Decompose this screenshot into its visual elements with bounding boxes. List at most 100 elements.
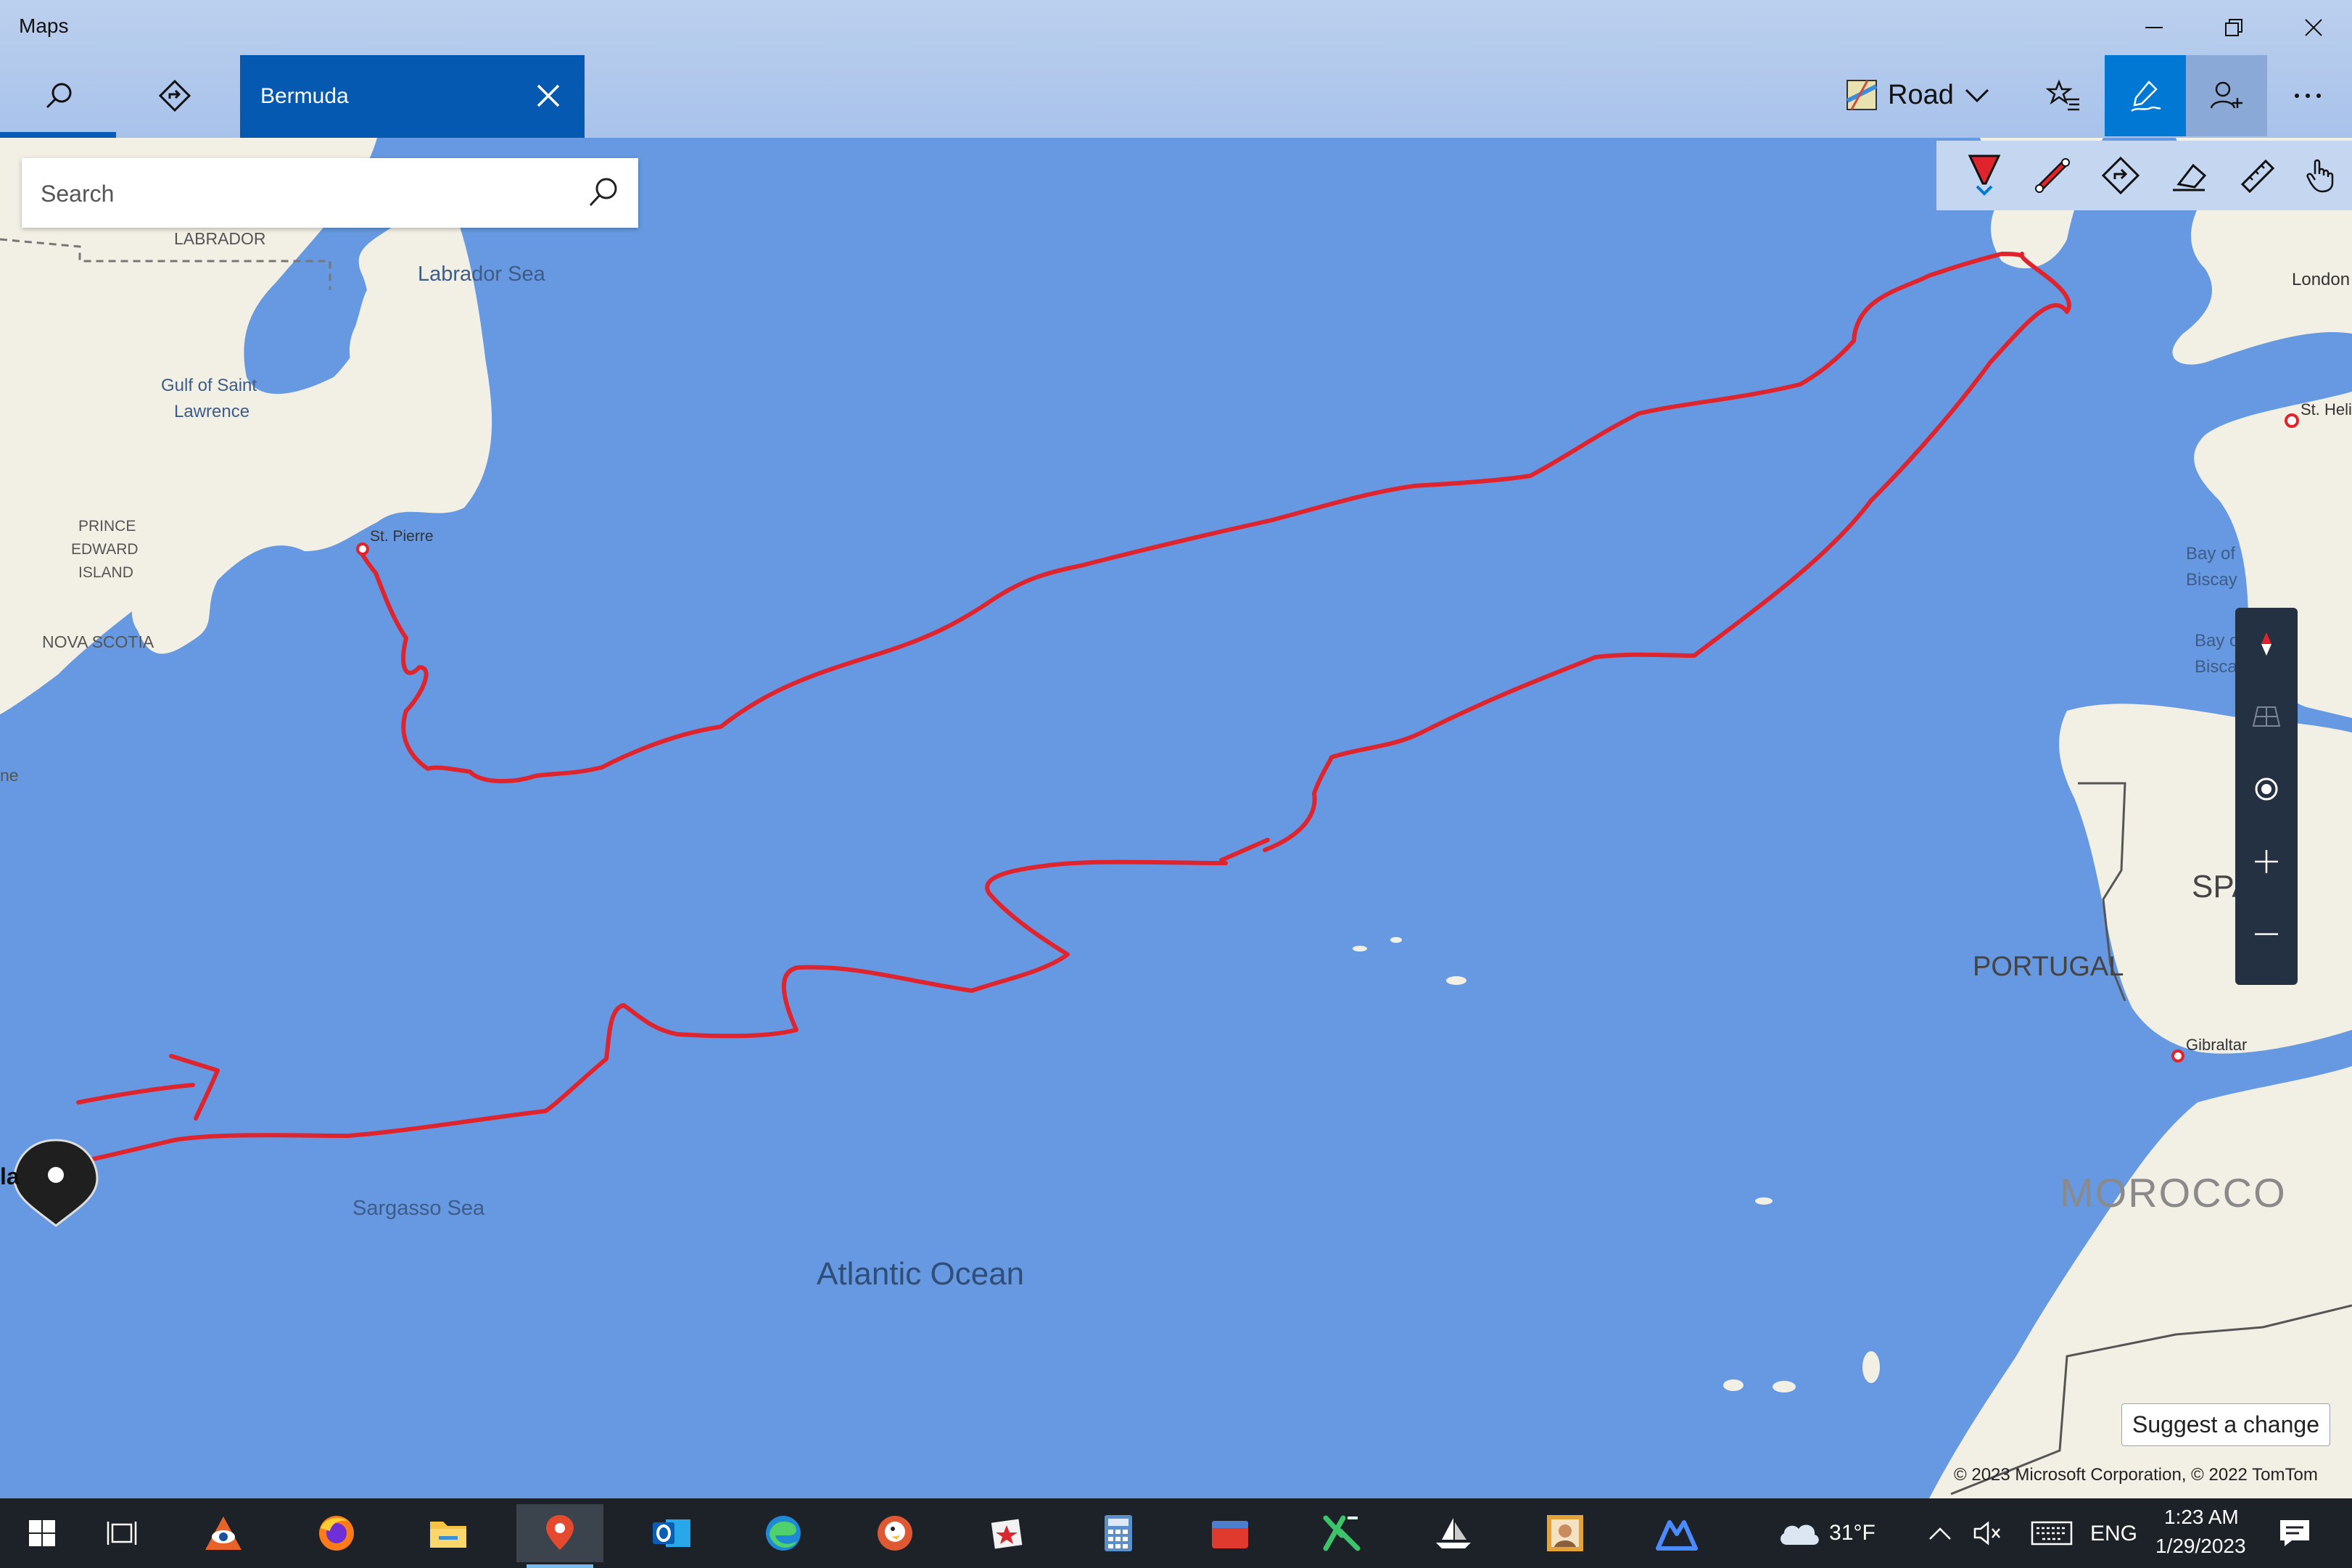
compass-button[interactable] <box>2235 608 2298 680</box>
edge-icon <box>766 1516 801 1551</box>
taskbar-edge[interactable] <box>740 1504 827 1562</box>
zoom-out-icon <box>2255 933 2278 936</box>
label-biscay-2: Biscay <box>2186 570 2237 590</box>
label-biscay-1: Bay of <box>2186 544 2236 564</box>
search-tab-indicator <box>0 132 116 138</box>
taskbar-boat-app[interactable] <box>1410 1504 1497 1562</box>
ruler-icon <box>2240 159 2275 194</box>
add-user-icon <box>2210 81 2242 109</box>
compass-icon <box>2261 632 2271 656</box>
zoom-in-button[interactable] <box>2235 825 2298 898</box>
keyboard-icon <box>2031 1521 2073 1546</box>
taskbar-red-app[interactable] <box>1187 1504 1274 1562</box>
cloud-icon <box>1780 1524 1819 1545</box>
volume-button[interactable] <box>1961 1504 2012 1562</box>
start-button[interactable] <box>0 1504 86 1562</box>
active-tab-bermuda[interactable]: Bermuda <box>240 55 585 138</box>
label-pei-3: ISLAND <box>78 564 133 581</box>
directions-ink-tool[interactable] <box>2092 147 2150 205</box>
red-app-icon <box>1212 1521 1248 1548</box>
tilt-icon <box>2252 706 2281 727</box>
ink-pen-icon <box>2131 81 2161 112</box>
start-icon <box>29 1520 55 1546</box>
restore-button[interactable] <box>2198 6 2270 49</box>
map-canvas[interactable] <box>0 0 2352 1568</box>
ruler-tool[interactable] <box>2228 147 2286 205</box>
weather-widget[interactable]: 31°F <box>1761 1504 1891 1562</box>
st-pierre-dot <box>356 542 369 556</box>
suggest-change-button[interactable]: Suggest a change <box>2121 1403 2330 1446</box>
ballpoint-pen-icon <box>1968 154 2001 196</box>
map-controls <box>2235 608 2298 985</box>
more-button[interactable] <box>2267 55 2348 136</box>
favorites-icon <box>2046 79 2079 111</box>
clock-time[interactable]: 1:23 AM <box>2164 1506 2239 1529</box>
eraser-tool[interactable] <box>2160 147 2218 205</box>
taskbar-maps[interactable] <box>516 1504 603 1568</box>
notifications-icon <box>2280 1520 2309 1546</box>
ballpoint-pen-tool[interactable] <box>1955 147 2013 205</box>
directions-tab-button[interactable] <box>120 55 229 136</box>
st-helier-dot <box>2285 413 2299 428</box>
map-style-button[interactable]: Road <box>1846 70 1990 120</box>
label-bermuda-partial: la <box>0 1163 20 1189</box>
taskbar-outlook[interactable] <box>628 1504 715 1562</box>
label-labrador-sea: Labrador Sea <box>418 263 545 286</box>
language-indicator[interactable]: ENG <box>2090 1522 2137 1546</box>
search-icon <box>589 178 617 207</box>
draw-route-tool[interactable] <box>2023 147 2081 205</box>
touch-writing-tool[interactable] <box>2292 147 2350 205</box>
zoom-in-icon <box>2255 850 2278 873</box>
taskbar: 31°F ENG 1:23 AM 1/29/2023 <box>0 1498 2352 1568</box>
label-st-helier: St. Heli <box>2301 400 2352 418</box>
favorites-button[interactable] <box>2023 55 2105 136</box>
taskbar-photo-frame[interactable] <box>1522 1504 1609 1562</box>
my-location-button[interactable] <box>2235 753 2298 825</box>
task-view-button[interactable] <box>78 1504 165 1562</box>
weather-temp: 31°F <box>1829 1521 1876 1545</box>
close-tab-button[interactable] <box>527 74 570 117</box>
photo-app-icon <box>991 1519 1023 1549</box>
label-labrador: LABRADOR <box>174 229 266 248</box>
taskbar-duckduckgo[interactable] <box>851 1504 938 1562</box>
taskbar-firefox[interactable] <box>293 1504 380 1562</box>
search-tab-button[interactable] <box>4 55 113 136</box>
outlook-icon <box>653 1519 690 1547</box>
label-ne: ne <box>0 766 19 785</box>
touch-writing-icon <box>2306 159 2334 193</box>
ink-button[interactable] <box>2105 55 2186 136</box>
island-canary-3 <box>1862 1351 1880 1383</box>
search-submit-button[interactable] <box>583 173 624 213</box>
taskbar-vpn[interactable] <box>1633 1504 1720 1562</box>
island-azores-1 <box>1390 937 1402 943</box>
search-input[interactable] <box>39 171 579 216</box>
label-gulf-2: Lawrence <box>174 402 250 421</box>
taskbar-eye-app[interactable] <box>180 1504 267 1562</box>
island-azores-3 <box>1446 976 1466 985</box>
island-azores-2 <box>1353 946 1367 952</box>
search-icon <box>46 83 72 109</box>
minimize-button[interactable] <box>2118 6 2190 49</box>
tilt-button[interactable] <box>2235 680 2298 753</box>
clock-date[interactable]: 1/29/2023 <box>2155 1535 2246 1558</box>
my-location-icon <box>2255 777 2278 801</box>
zoom-out-button[interactable] <box>2235 898 2298 970</box>
show-hidden-icons-button[interactable] <box>1915 1504 1965 1562</box>
taskbar-photo-app[interactable] <box>963 1504 1050 1562</box>
close-window-button[interactable] <box>2277 6 2350 49</box>
draw-route-icon <box>2035 158 2070 193</box>
photo-frame-icon <box>1547 1515 1583 1551</box>
label-nova-scotia: NOVA SCOTIA <box>42 632 154 651</box>
notifications-button[interactable] <box>2251 1504 2338 1562</box>
taskbar-excel[interactable] <box>1298 1504 1385 1562</box>
copyright-text: © 2023 Microsoft Corporation, © 2022 Tom… <box>1954 1465 2318 1485</box>
taskbar-calculator[interactable] <box>1075 1504 1162 1562</box>
road-map-icon <box>1846 80 1878 110</box>
user-button[interactable] <box>2186 55 2267 136</box>
directions-ink-icon <box>2101 156 2140 195</box>
task-view-icon <box>107 1522 137 1545</box>
touch-keyboard-button[interactable] <box>2019 1504 2084 1562</box>
taskbar-file-explorer[interactable] <box>405 1504 492 1562</box>
island-canary-1 <box>1723 1379 1744 1391</box>
muted-speaker-icon <box>1973 1521 2000 1546</box>
